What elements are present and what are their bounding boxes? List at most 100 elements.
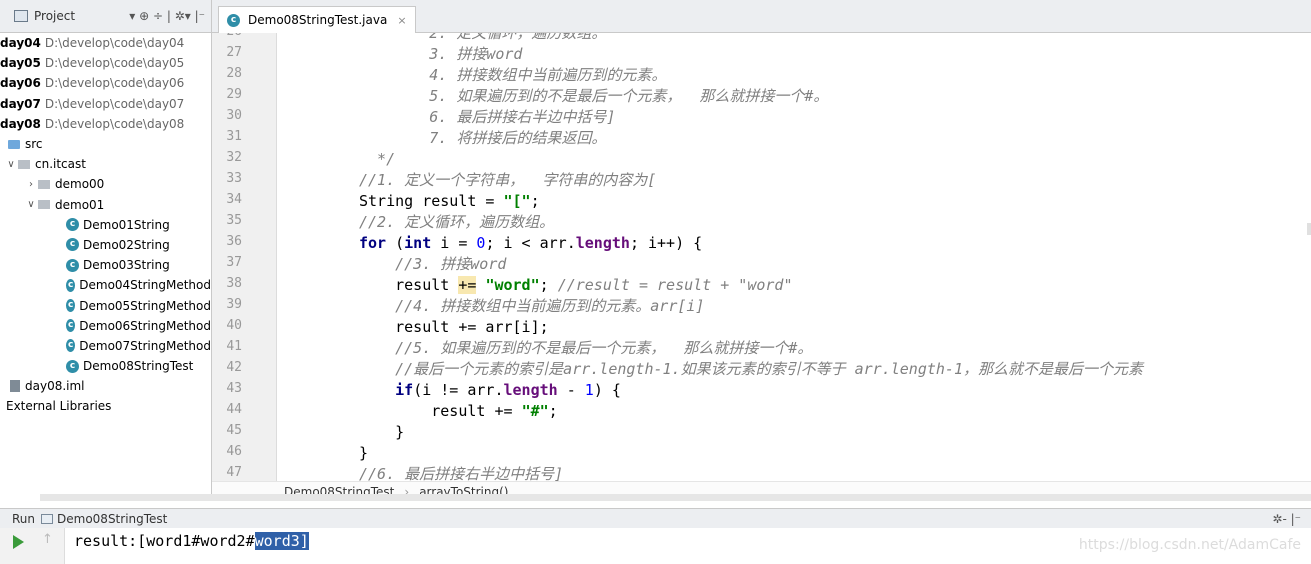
gear-icon[interactable]: ✲- |⁻: [1272, 512, 1301, 526]
tree-item-iml[interactable]: day08.iml: [0, 376, 211, 396]
run-config-name[interactable]: Demo08StringTest: [57, 512, 167, 526]
code-line: result += "#";: [359, 401, 557, 422]
code-token: result: [359, 276, 459, 294]
package-icon: [18, 159, 30, 169]
tree-item-class[interactable]: c Demo07StringMethod: [0, 336, 211, 356]
tree-item-demo00[interactable]: › demo00: [0, 174, 211, 194]
arrow-up-icon[interactable]: ↑: [42, 532, 53, 547]
tree-item-class[interactable]: c Demo02String: [0, 235, 211, 255]
line-number: 42: [226, 360, 242, 375]
project-tree: day04 D:\develop\code\day04 day05 D:\devel…: [0, 33, 211, 417]
code-line: //最后一个元素的索引是arr.length-1.如果该元素的索引不等于 arr…: [359, 360, 1143, 378]
class-label: Demo06StringMethod: [79, 318, 211, 333]
line-number: 47: [226, 465, 242, 480]
class-icon: c: [66, 278, 76, 292]
run-config-icon: [41, 513, 54, 524]
line-number: 39: [226, 297, 242, 312]
code-line: String result = "[";: [359, 191, 540, 212]
run-console: ↑ result:[word1#word2#word3] https://blo…: [0, 528, 1311, 564]
keyword: int: [404, 234, 432, 252]
tree-item-external-libraries[interactable]: External Libraries: [0, 396, 211, 416]
editor-tab-bar: c Demo08StringTest.java ×: [212, 0, 1311, 33]
code-line: }: [359, 444, 369, 462]
class-label: Demo01String: [83, 217, 170, 232]
external-libraries-label: External Libraries: [6, 399, 112, 414]
project-panel: Project ▾ ⊕ ÷ | ✲▾ |⁻ day04 D:\develop\co…: [0, 0, 212, 494]
iml-file-icon: [10, 380, 20, 393]
watermark: https://blog.csdn.net/AdamCafe: [1078, 537, 1301, 553]
module-path: D:\develop\code\day07: [44, 96, 185, 111]
run-toolbar: ↑: [0, 528, 65, 564]
class-label: Demo02String: [83, 237, 170, 252]
code-token: result +=: [359, 402, 522, 420]
run-label[interactable]: Run: [12, 512, 35, 526]
tree-item-src[interactable]: src: [0, 134, 211, 154]
tree-item-demo01[interactable]: ∨ demo01: [0, 195, 211, 215]
src-label: src: [25, 137, 43, 152]
line-number: 31: [226, 129, 242, 144]
highlighted-operator: +=: [458, 276, 477, 294]
play-icon[interactable]: [13, 535, 24, 549]
string-literal: "word": [485, 276, 540, 294]
class-label: Demo08StringTest: [83, 359, 194, 374]
code-line: }: [359, 423, 405, 441]
field: length: [575, 234, 630, 252]
chevron-right-icon[interactable]: ›: [24, 179, 38, 190]
code-editor[interactable]: 2. 定义循环，遍历数组。 3. 拼接word 4. 拼接数组中当前遍历到的元素…: [277, 33, 1311, 481]
tab-label: Demo08StringTest.java: [248, 13, 388, 27]
module-name: day07: [0, 96, 41, 111]
tree-item-day06[interactable]: day06 D:\develop\code\day06: [0, 73, 211, 93]
keyword: for: [359, 234, 387, 252]
tree-item-class[interactable]: c Demo08StringTest: [0, 356, 211, 376]
line-number: 26: [212, 33, 242, 39]
close-icon[interactable]: ×: [397, 14, 406, 27]
code-line: result += "word"; //result = result + "w…: [359, 275, 793, 296]
module-path: D:\develop\code\day04: [44, 36, 185, 51]
tree-item-class[interactable]: c Demo06StringMethod: [0, 316, 211, 336]
tree-item-class[interactable]: c Demo04StringMethod: [0, 275, 211, 295]
code-line: //2. 定义循环，遍历数组。: [359, 213, 555, 231]
line-number: 38: [226, 276, 242, 291]
line-number: 29: [226, 87, 242, 102]
source-folder-icon: [8, 139, 20, 149]
chevron-down-icon[interactable]: ∨: [4, 159, 18, 170]
class-icon: c: [66, 299, 76, 313]
tab-demo08stringtest[interactable]: c Demo08StringTest.java ×: [218, 6, 416, 33]
iml-label: day08.iml: [25, 379, 85, 394]
code-line: */: [359, 150, 396, 168]
chevron-down-icon[interactable]: ∨: [24, 199, 38, 210]
code-line: for (int i = 0; i < arr.length; i++) {: [359, 233, 702, 254]
tree-item-package[interactable]: ∨ cn.itcast: [0, 154, 211, 174]
code-token: (i != arr.: [413, 381, 504, 399]
class-icon: c: [66, 339, 76, 353]
tree-item-day08[interactable]: day08 D:\develop\code\day08: [0, 114, 211, 134]
string-literal: "#": [521, 402, 549, 420]
tree-item-day07[interactable]: day07 D:\develop\code\day07: [0, 94, 211, 114]
module-name: day08: [0, 116, 41, 131]
line-number: 37: [226, 255, 242, 270]
string-literal: "[": [503, 192, 531, 210]
line-number: 41: [226, 339, 242, 354]
tree-item-day04[interactable]: day04 D:\develop\code\day04: [0, 33, 211, 53]
package-icon: [38, 200, 50, 210]
project-title[interactable]: Project: [34, 9, 75, 23]
console-output[interactable]: result:[word1#word2#word3]: [74, 532, 309, 550]
line-number: 44: [226, 402, 242, 417]
scrollbar-marker[interactable]: [1307, 223, 1311, 235]
tree-item-class[interactable]: c Demo01String: [0, 215, 211, 235]
code-token: -: [557, 381, 585, 399]
code-line: //6. 最后拼接右半边中括号]: [359, 465, 564, 481]
tree-item-class[interactable]: c Demo03String: [0, 255, 211, 275]
tree-item-class[interactable]: c Demo05StringMethod: [0, 295, 211, 315]
class-icon: c: [66, 238, 79, 252]
code-line: 3. 拼接word: [357, 45, 523, 63]
selected-text: word3]: [254, 532, 309, 550]
line-number: 36: [226, 234, 242, 249]
project-tools[interactable]: ▾ ⊕ ÷ | ✲▾ |⁻: [129, 9, 205, 23]
horizontal-scrollbar[interactable]: [40, 494, 1311, 501]
class-label: Demo04StringMethod: [79, 278, 211, 293]
class-label: Demo07StringMethod: [79, 338, 211, 353]
tree-item-day05[interactable]: day05 D:\develop\code\day05: [0, 53, 211, 73]
module-name: day04: [0, 36, 41, 51]
